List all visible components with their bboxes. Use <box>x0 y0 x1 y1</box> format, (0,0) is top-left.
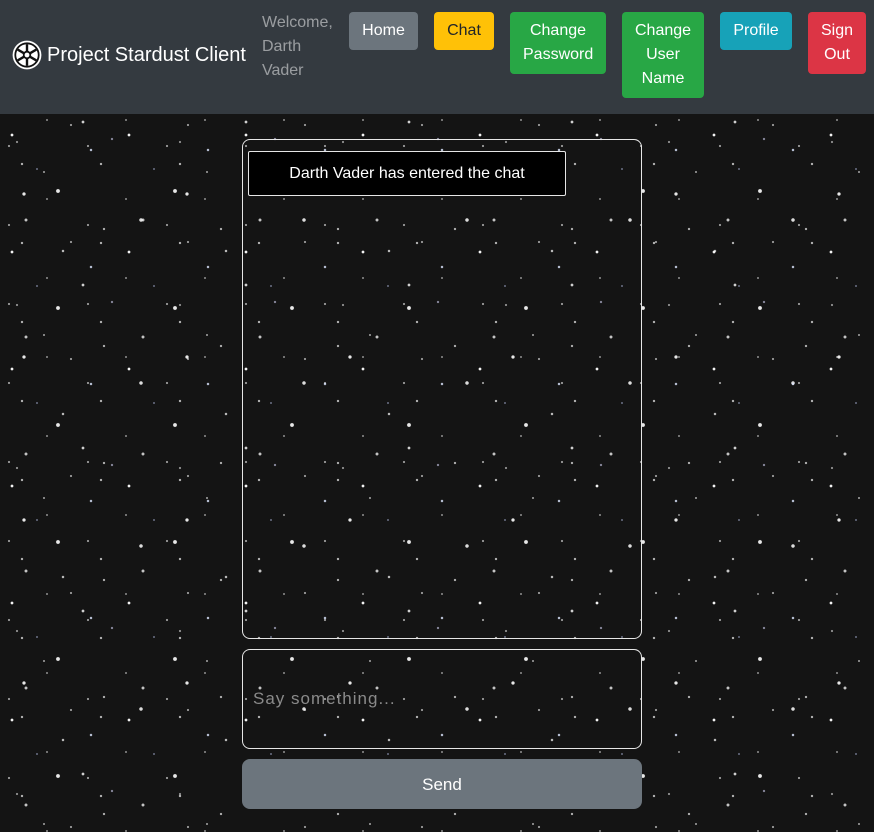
imperial-emblem-icon <box>12 40 42 70</box>
top-navbar: Project Stardust Client Welcome, Darth V… <box>0 0 874 114</box>
change-password-label-line-2: Password <box>523 46 594 63</box>
sign-out-label-line-2: Out <box>824 46 850 63</box>
profile-button[interactable]: Profile <box>720 12 792 50</box>
home-button[interactable]: Home <box>349 12 418 50</box>
change-password-label-line-1: Change <box>529 22 587 39</box>
welcome-prefix: Welcome, <box>262 14 333 31</box>
message-input[interactable] <box>242 649 642 749</box>
brand-label: Project Stardust Client <box>47 43 246 66</box>
sign-out-label-line-1: Sign <box>821 22 854 39</box>
sign-out-button[interactable]: Sign Out <box>808 12 866 74</box>
welcome-text: Welcome, Darth Vader <box>262 11 342 83</box>
change-username-label-line-3: Name <box>641 70 685 87</box>
welcome-first-name: Darth <box>262 38 302 55</box>
chat-message: Darth Vader has entered the chat <box>248 151 566 196</box>
change-username-label-line-1: Change <box>635 22 692 39</box>
brand-link[interactable]: Project Stardust Client <box>12 40 246 70</box>
welcome-last-name: Vader <box>262 62 304 79</box>
change-username-label-line-2: User <box>646 46 680 63</box>
send-button[interactable]: Send <box>242 759 642 809</box>
chat-message-panel[interactable]: Darth Vader has entered the chat <box>242 139 642 639</box>
chat-button[interactable]: Chat <box>434 12 494 50</box>
change-password-button[interactable]: Change Password <box>510 12 606 74</box>
change-username-button[interactable]: Change User Name <box>622 12 704 98</box>
